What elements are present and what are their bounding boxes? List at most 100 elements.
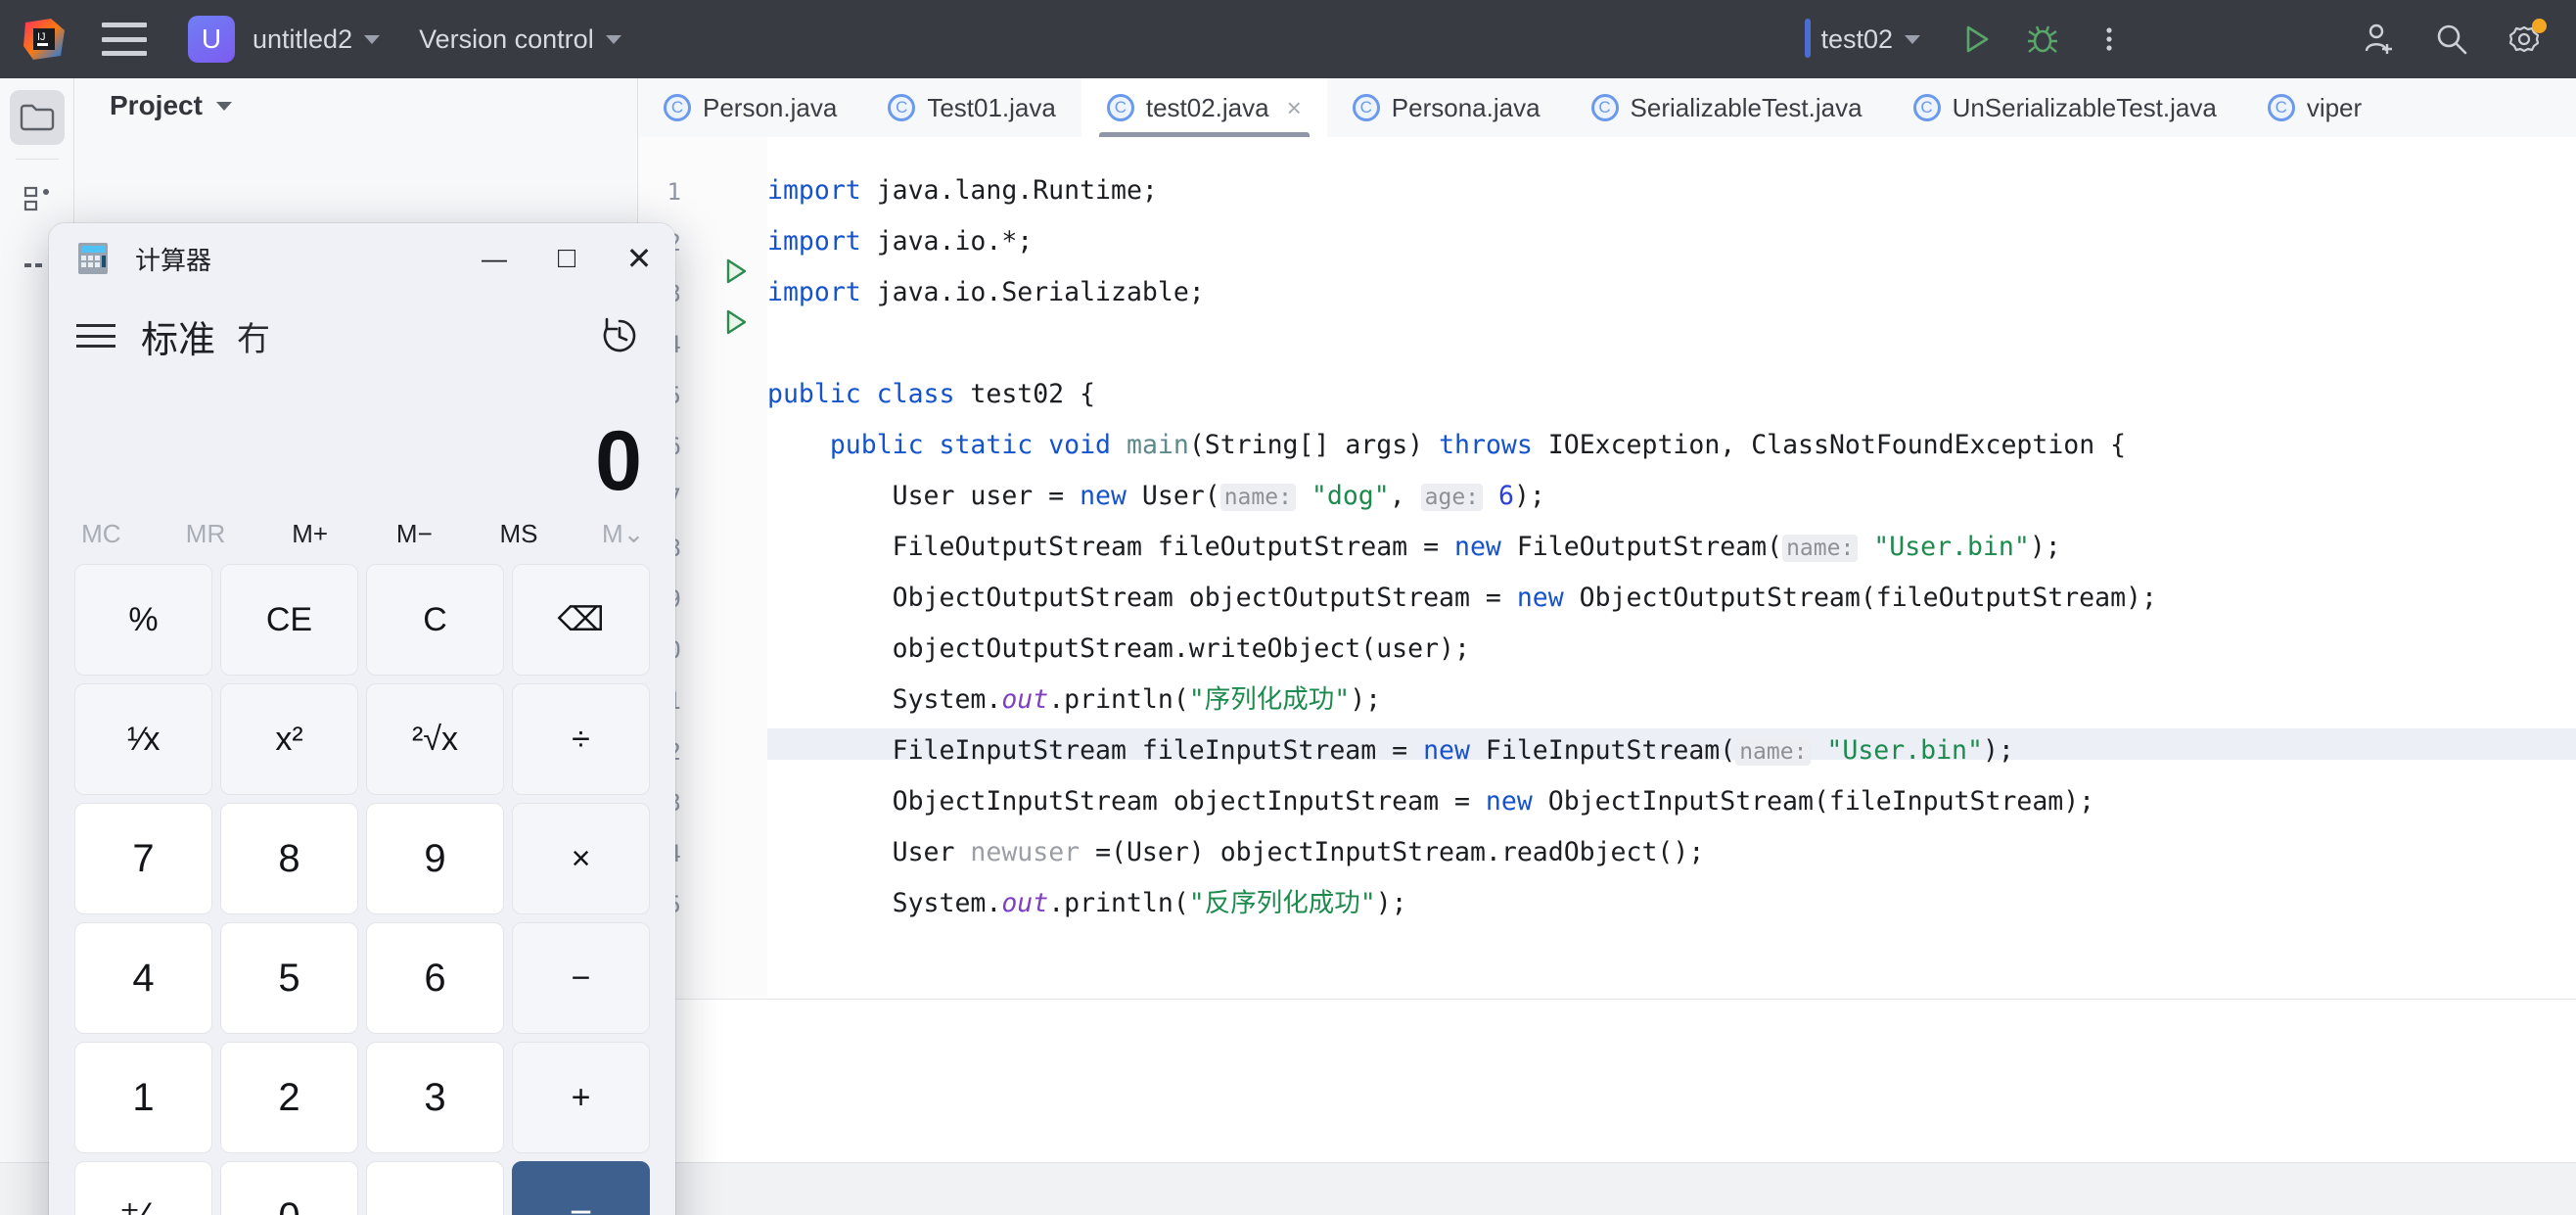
memory-button-ms[interactable]: MS (467, 519, 572, 549)
code-lines: import java.lang.Runtime; import java.io… (767, 175, 2157, 918)
version-control-label: Version control (419, 23, 594, 54)
keep-on-top-icon[interactable]: 冇 (237, 312, 270, 360)
calculator-title-bar[interactable]: 计算器 — □ ✕ (49, 223, 675, 294)
calculator-window[interactable]: 计算器 — □ ✕ 标准 冇 0 MC MR M+ M− MS M⌄ % CE … (49, 223, 675, 1215)
editor-tab-label: Persona.java (1391, 92, 1541, 122)
keypad-row: ¹⁄x x² ²√x ÷ (74, 683, 650, 795)
run-icon[interactable] (1954, 17, 1999, 62)
editor-tab-label: SerializableTest.java (1630, 92, 1863, 122)
calc-key-add[interactable]: + (512, 1042, 650, 1153)
keypad-row: 1 2 3 + (74, 1042, 650, 1153)
memory-button-m[interactable]: M− (362, 519, 467, 549)
calc-key-backspace[interactable]: ⌫ (512, 564, 650, 676)
calculator-memory-row: MC MR M+ M− MS M⌄ (49, 503, 675, 564)
close-button[interactable]: ✕ (603, 223, 675, 294)
calc-key-digit-4[interactable]: 4 (74, 922, 212, 1034)
editor-tab-unserializabletest-java[interactable]: C UnSerializableTest.java (1888, 78, 2242, 137)
calculator-title: 计算器 (135, 245, 212, 275)
keypad-row: 7 8 9 × (74, 803, 650, 914)
calculator-app-icon (74, 240, 112, 277)
calc-key-digit-6[interactable]: 6 (366, 922, 504, 1034)
keypad-row: 4 5 6− (74, 922, 650, 1034)
editor-tab-person-java[interactable]: C Person.java (638, 78, 862, 137)
calculator-menu-button[interactable] (76, 324, 115, 348)
editor-tab-viper[interactable]: Cviper (2242, 78, 2387, 137)
calc-key-decimal-point[interactable]: . (366, 1161, 504, 1215)
chevron-down-icon (215, 101, 232, 111)
history-icon[interactable] (597, 313, 642, 358)
main-menu-button[interactable] (102, 23, 147, 56)
editor-tab-label: viper (2306, 92, 2363, 122)
editor-tab-test01-java[interactable]: C Test01.java (862, 78, 1081, 137)
calc-key-square[interactable]: x² (220, 683, 358, 795)
svg-text:IJ: IJ (37, 31, 46, 43)
memory-button-mr[interactable]: MR (154, 519, 258, 549)
editor-tab-serializabletest-java[interactable]: C SerializableTest.java (1566, 78, 1888, 137)
editor-area: C Person.java C Test01.java Ctest02.java × C Pe… (403, 78, 2576, 1215)
calc-key-digit-3[interactable]: 3 (366, 1042, 504, 1153)
java-class-icon: C (1912, 94, 1941, 121)
run-method-gutter-icon[interactable] (718, 305, 752, 339)
calc-key-digit-9[interactable]: 9 (366, 803, 504, 914)
settings-icon[interactable] (2502, 17, 2547, 62)
intellij-logo-icon: IJ (22, 17, 67, 62)
editor-tab-label: UnSerializableTest.java (1952, 92, 2217, 122)
editor-tab-strip: C Person.java C Test01.java Ctest02.java × C Pe… (638, 78, 2576, 137)
ide-main-area: Project C Person.java C Test01.java Ctest02.… (0, 78, 2576, 1215)
run-configuration-selector[interactable]: test02 (1805, 18, 1920, 58)
chevron-down-icon (364, 34, 381, 44)
calc-key-digit-5[interactable]: 5 (220, 922, 358, 1034)
sidebar-item-structure[interactable] (10, 171, 65, 226)
run-class-gutter-icon[interactable] (718, 255, 752, 288)
calc-key-reciprocal[interactable]: ¹⁄x (74, 683, 212, 795)
project-panel-header[interactable]: Project (74, 78, 637, 133)
version-control-dropdown[interactable]: Version control (419, 24, 621, 55)
calc-key-clear[interactable]: C (366, 564, 504, 676)
memory-button-m[interactable]: M⌄ (571, 519, 675, 549)
editor-tab-test02-java[interactable]: Ctest02.java × (1081, 78, 1327, 137)
calc-key-digit-0[interactable]: 0 (220, 1161, 358, 1215)
maximize-button[interactable]: □ (530, 223, 603, 294)
calc-key-plus-minus[interactable]: ⁺⁄₋ (74, 1161, 212, 1215)
minimize-button[interactable]: — (458, 223, 530, 294)
close-icon[interactable]: × (1287, 93, 1302, 123)
calc-key-clear-entry[interactable]: CE (220, 564, 358, 676)
ide-title-bar: IJ U untitled2 Version control test02 (0, 0, 2576, 78)
project-panel-title: Project (110, 90, 203, 120)
debug-icon[interactable] (2020, 17, 2065, 62)
calc-key-subtract[interactable]: − (512, 922, 650, 1034)
calc-key-digit-2[interactable]: 2 (220, 1042, 358, 1153)
search-icon[interactable] (2429, 17, 2474, 62)
java-class-icon: C (1106, 94, 1134, 121)
calc-key-digit-1[interactable]: 1 (74, 1042, 212, 1153)
keypad-row: ⁺⁄₋0.= (74, 1161, 650, 1215)
project-name-dropdown[interactable]: untitled2 (253, 23, 381, 55)
calc-key-square-root[interactable]: ²√x (366, 683, 504, 795)
editor-tab-label: Test01.java (927, 92, 1056, 122)
calc-key-percent[interactable]: % (74, 564, 212, 676)
calculator-display: 0 (49, 378, 675, 503)
memory-button-mc[interactable]: MC (49, 519, 154, 549)
calc-key-equals[interactable]: = (512, 1161, 650, 1215)
java-class-icon: C (2267, 94, 2295, 121)
calc-key-digit-8[interactable]: 8 (220, 803, 358, 914)
project-badge[interactable]: U (188, 16, 235, 63)
java-class-icon: C (664, 94, 691, 121)
chevron-down-icon (605, 34, 621, 44)
more-vertical-icon[interactable] (2087, 17, 2132, 62)
java-class-icon: C (1590, 94, 1619, 121)
editor-tab-persona-java[interactable]: C Persona.java (1327, 78, 1566, 137)
editor-tab-label: test02.java (1145, 92, 1269, 122)
memory-button-m[interactable]: M+ (257, 519, 362, 549)
calculator-keypad: %CEC⌫¹⁄xx²²√x÷789×456−123+⁺⁄₋0.= (49, 564, 675, 1215)
sidebar-item-project[interactable] (9, 90, 65, 145)
calc-key-divide[interactable]: ÷ (512, 683, 650, 795)
editor-tab-label: Person.java (703, 92, 838, 122)
line-number: 1 (667, 178, 681, 206)
calculator-mode-label: 标准 (141, 319, 216, 361)
code-editor[interactable]: 123456789101112131415 import java.lang.R… (638, 137, 2576, 999)
calc-key-digit-7[interactable]: 7 (74, 803, 212, 914)
project-name-label: untitled2 (253, 23, 353, 54)
add-account-icon[interactable] (2357, 17, 2402, 62)
calc-key-multiply[interactable]: × (512, 803, 650, 914)
